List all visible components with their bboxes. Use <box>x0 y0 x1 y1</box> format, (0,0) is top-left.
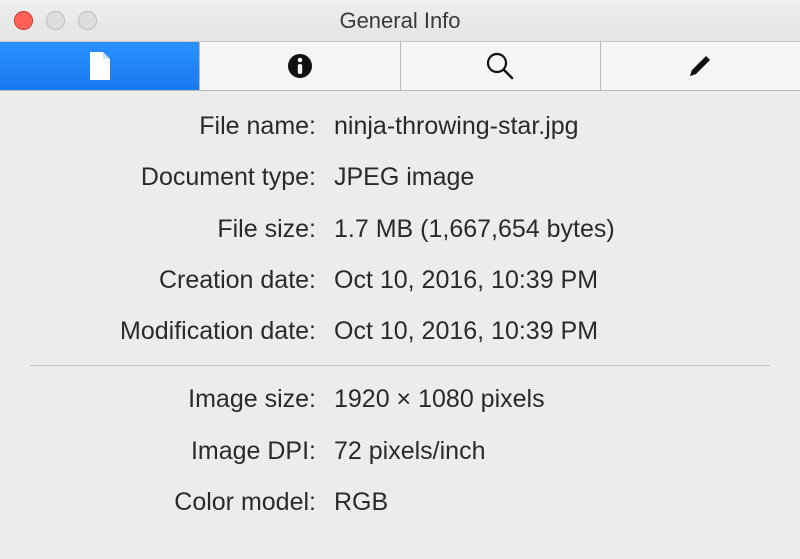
label-document-type: Document type: <box>0 162 316 193</box>
label-modification-date: Modification date: <box>0 316 316 347</box>
row-creation-date: Creation date: Oct 10, 2016, 10:39 PM <box>0 255 800 306</box>
label-color-model: Color model: <box>0 487 316 518</box>
label-image-dpi: Image DPI: <box>0 436 316 467</box>
tab-strip <box>0 42 800 91</box>
info-icon <box>286 52 314 80</box>
label-file-name: File name: <box>0 111 316 142</box>
row-image-size: Image size: 1920 × 1080 pixels <box>0 374 800 425</box>
tab-search[interactable] <box>401 42 601 90</box>
label-creation-date: Creation date: <box>0 265 316 296</box>
minimize-window-button[interactable] <box>46 11 65 30</box>
tab-file[interactable] <box>0 42 200 90</box>
value-file-name: ninja-throwing-star.jpg <box>316 111 579 142</box>
row-document-type: Document type: JPEG image <box>0 152 800 203</box>
value-color-model: RGB <box>316 487 388 518</box>
row-modification-date: Modification date: Oct 10, 2016, 10:39 P… <box>0 306 800 357</box>
section-divider <box>30 365 770 366</box>
value-document-type: JPEG image <box>316 162 474 193</box>
label-image-size: Image size: <box>0 384 316 415</box>
info-panel: File name: ninja-throwing-star.jpg Docum… <box>0 91 800 528</box>
value-file-size: 1.7 MB (1,667,654 bytes) <box>316 214 615 245</box>
value-modification-date: Oct 10, 2016, 10:39 PM <box>316 316 598 347</box>
row-color-model: Color model: RGB <box>0 477 800 528</box>
label-file-size: File size: <box>0 214 316 245</box>
tab-info[interactable] <box>200 42 400 90</box>
row-file-size: File size: 1.7 MB (1,667,654 bytes) <box>0 204 800 255</box>
row-file-name: File name: ninja-throwing-star.jpg <box>0 101 800 152</box>
row-image-dpi: Image DPI: 72 pixels/inch <box>0 426 800 477</box>
titlebar: General Info <box>0 0 800 42</box>
value-creation-date: Oct 10, 2016, 10:39 PM <box>316 265 598 296</box>
value-image-dpi: 72 pixels/inch <box>316 436 485 467</box>
tab-edit[interactable] <box>601 42 800 90</box>
window-title: General Info <box>0 8 800 34</box>
value-image-size: 1920 × 1080 pixels <box>316 384 545 415</box>
pencil-icon <box>686 52 714 80</box>
search-icon <box>485 51 515 81</box>
close-window-button[interactable] <box>14 11 33 30</box>
zoom-window-button[interactable] <box>78 11 97 30</box>
window-controls <box>14 11 97 30</box>
file-icon <box>88 52 112 80</box>
